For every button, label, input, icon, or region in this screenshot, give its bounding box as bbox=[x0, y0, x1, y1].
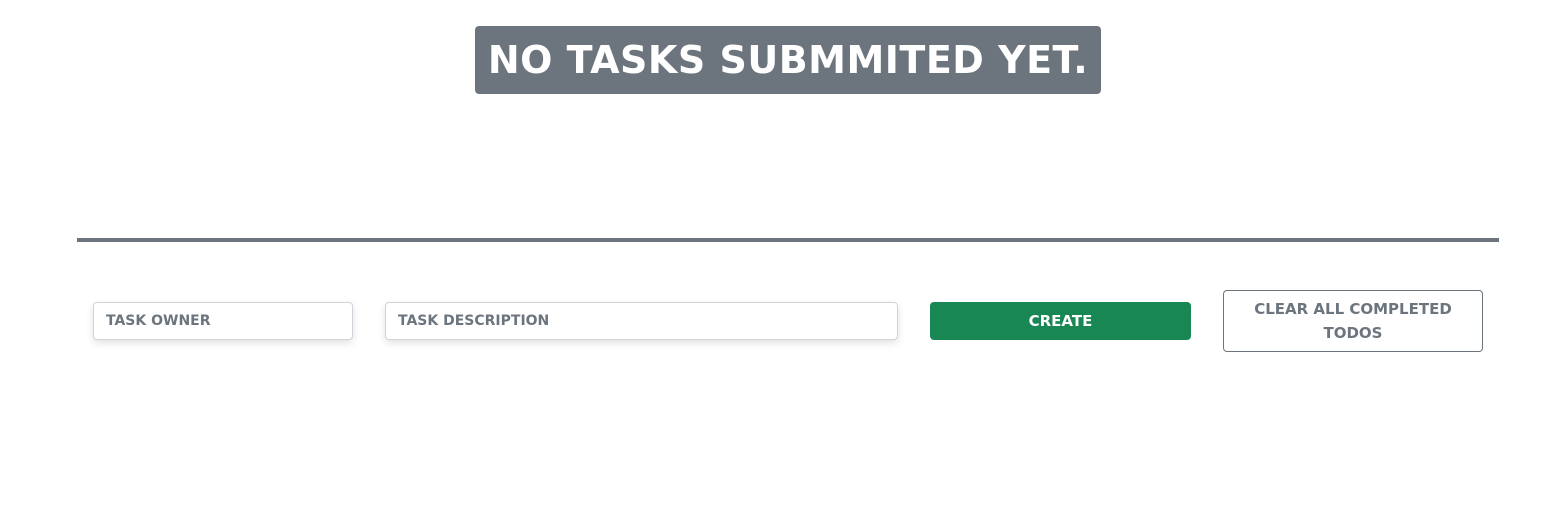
task-description-input[interactable] bbox=[385, 302, 898, 340]
clear-completed-button[interactable]: CLEAR ALL COMPLETED TODOS bbox=[1223, 290, 1483, 352]
section-divider bbox=[77, 238, 1499, 242]
task-owner-input[interactable] bbox=[93, 302, 353, 340]
empty-state-message: NO TASKS SUBMMITED YET. bbox=[487, 38, 1089, 82]
create-button[interactable]: CREATE bbox=[930, 302, 1191, 340]
empty-state-banner: NO TASKS SUBMMITED YET. bbox=[475, 26, 1101, 94]
